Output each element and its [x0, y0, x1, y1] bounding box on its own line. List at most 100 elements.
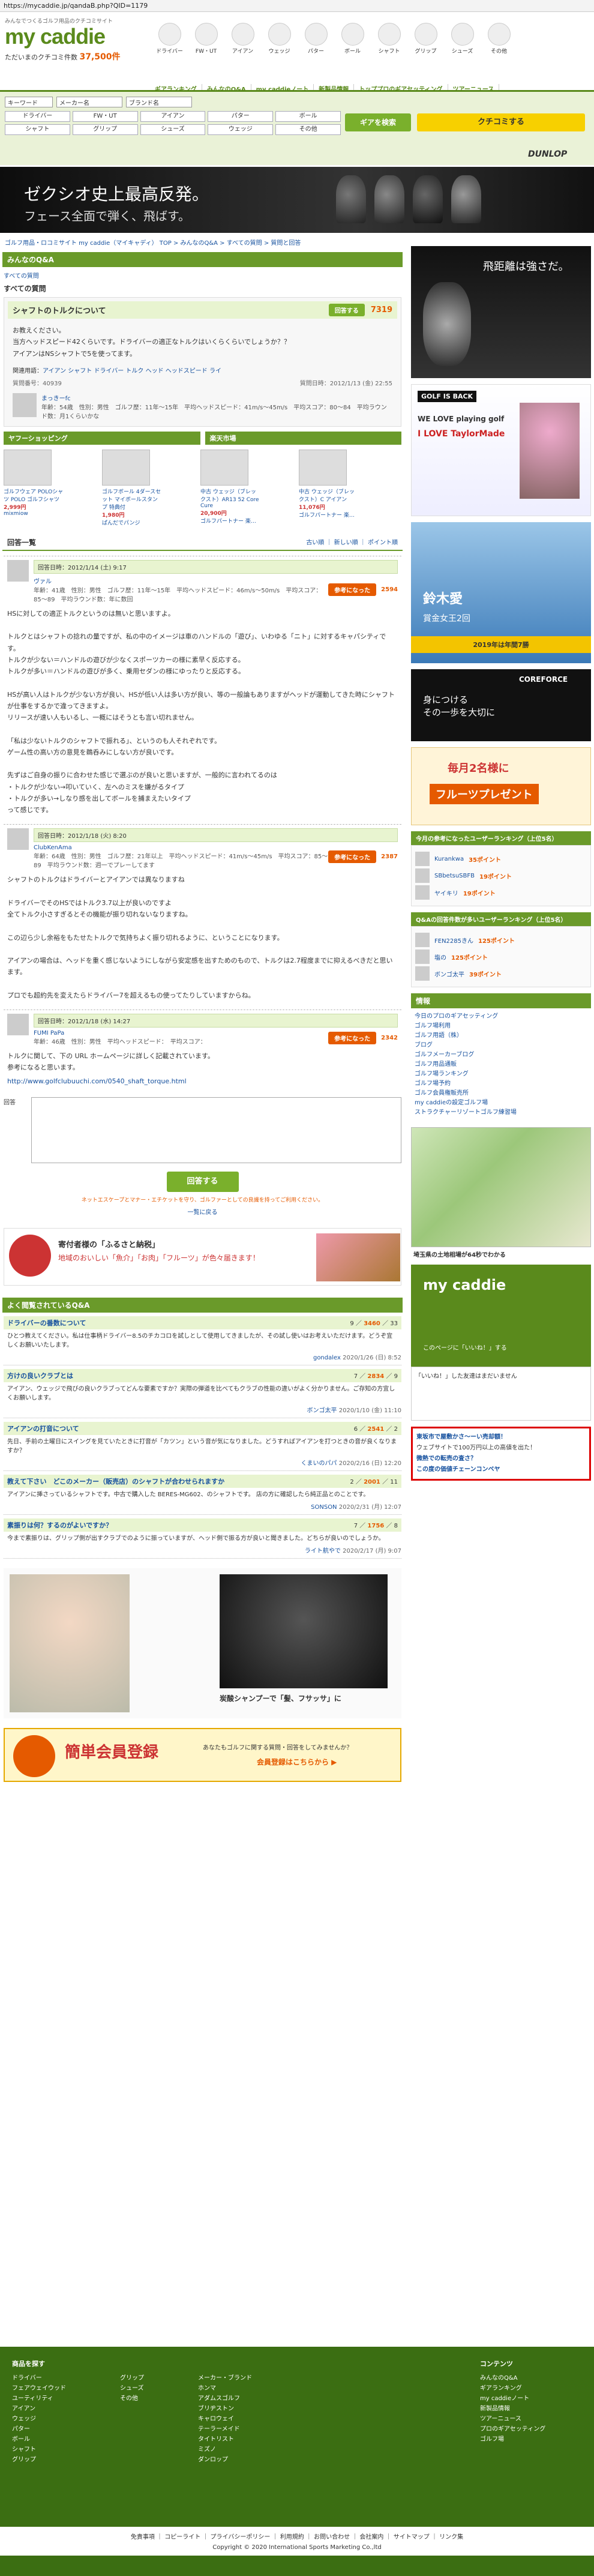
footer-link[interactable]: テーラーメイド: [198, 2424, 252, 2434]
sidebar-link[interactable]: ゴルフメーカーブログ: [415, 1050, 587, 1060]
related-terms[interactable]: アイアン シャフト ドライバー トルク ヘッド ヘッドスピード ライ: [43, 368, 221, 375]
related-qa-user[interactable]: ライト航やで: [305, 1548, 341, 1554]
ranking-user[interactable]: FEN2285きん: [434, 936, 473, 945]
footer-link[interactable]: my caddieノート: [480, 2394, 545, 2404]
related-qa-item[interactable]: 素振りは何？するのがよいですか？ 7 ／ 1756 ／ 8 今まで素振りは、グリップ…: [4, 1515, 401, 1559]
site-logo[interactable]: my caddie: [5, 24, 106, 49]
sidebar-link[interactable]: my caddieの設定ゴルフ場: [415, 1098, 587, 1108]
related-qa-user[interactable]: くまいのパパ: [301, 1460, 337, 1467]
sidebar-link[interactable]: ブログ: [415, 1041, 587, 1050]
sidebar-ad-xxio[interactable]: 飛距離は強さだ。: [411, 246, 591, 378]
maker-select[interactable]: メーカー名: [56, 97, 122, 107]
footer-link[interactable]: アダムスゴルフ: [198, 2394, 252, 2404]
shop-item[interactable]: ゴルフウェア POLOシャツ POLO ゴルフシャツ 2,999円 mixmiow: [4, 449, 64, 526]
sidebar-text-ads[interactable]: 東坂市で屋敷かさ〜ーい売却額！ ウェブサイトで100万円以上の高値を出た！ 微熱…: [411, 1427, 591, 1481]
shop-item[interactable]: 中古 ウェッジ（ブレックスト）AR13 52 Core Cure 20,900円ゴ…: [200, 449, 260, 526]
shampoo-ad[interactable]: 炭酸シャンプーで「髪、フサッサ」に: [4, 1568, 401, 1718]
grid-category-9[interactable]: その他: [275, 124, 341, 135]
url-bar[interactable]: https://mycaddie.jp/qandaB.php?QID=1179: [0, 0, 594, 12]
signup-banner[interactable]: 簡単会員登録 あなたもゴルフに関する質問・回答をしてみませんか？ 会員登録はこち…: [4, 1727, 401, 1782]
footer-link[interactable]: グリップ: [12, 2455, 66, 2465]
sidebar-link[interactable]: ゴルフ場予約: [415, 1079, 587, 1089]
ranking-user[interactable]: 塩の: [434, 952, 446, 961]
footer-link[interactable]: ボール: [12, 2434, 66, 2445]
category-icon-9[interactable]: その他: [482, 23, 515, 55]
gear-search-button[interactable]: ギアを検索: [345, 113, 411, 131]
furusato-ad[interactable]: 寄付者様の「ふるさと納税」 地域のおいしい「魚介」「お肉」「フルーツ」が色々届き…: [4, 1227, 401, 1286]
related-qa-title[interactable]: 素振りは何？するのがよいですか？: [7, 1520, 112, 1530]
sidebar-link[interactable]: ゴルフ会員権販売所: [415, 1089, 587, 1098]
grid-category-5[interactable]: シャフト: [5, 124, 70, 135]
grid-category-8[interactable]: ウェッジ: [208, 124, 274, 135]
helpful-button[interactable]: 参考になった: [328, 850, 377, 864]
breadcrumb[interactable]: ゴルフ用品・ロコミサイト my caddie（マイキャディ） TOP > みんな…: [5, 238, 407, 247]
fb-follow[interactable]: このページに「いいね！」する: [423, 1343, 507, 1352]
related-qa-item[interactable]: アイアンの打音について 6 ／ 2541 ／ 2 先日、手前の土曜日にスイングを見て…: [4, 1418, 401, 1471]
footer-link[interactable]: アイアン: [12, 2404, 66, 2414]
shop-item[interactable]: ゴルフボール 4ダースセット マイボールスタンプ 特典付 1,980円 ぱんだでパン…: [102, 449, 162, 526]
sidebar-link[interactable]: ゴルフ場ランキング: [415, 1070, 587, 1079]
footer-link[interactable]: ゴルフ場: [480, 2434, 545, 2445]
footer-link[interactable]: 新製品情報: [480, 2404, 545, 2414]
keyword-select[interactable]: キーワード: [5, 97, 53, 107]
sidebar-ad-coreforce[interactable]: COREFORCE 身につける その一歩を大切に: [411, 669, 591, 741]
answer-user[interactable]: ClubKenAma: [34, 844, 72, 851]
related-qa-item[interactable]: 教えて下さい どこのメーカー（販売店）のシャフトが合わせられますか 2 ／ 200…: [4, 1471, 401, 1515]
footer-link[interactable]: キャロウェイ: [198, 2414, 252, 2424]
qa-tabs[interactable]: すべての質問: [4, 271, 401, 280]
footer-link[interactable]: シャフト: [12, 2445, 66, 2455]
grid-category-0[interactable]: ドライバー: [5, 111, 70, 122]
footer-link[interactable]: メーカー・ブランド: [198, 2373, 252, 2383]
footer-link[interactable]: パター: [12, 2424, 66, 2434]
back-link[interactable]: 一覧に戻る: [4, 1207, 401, 1216]
text-ad-1[interactable]: 東坂市で屋敷かさ〜ーい売却額！: [416, 1432, 586, 1443]
related-qa-user[interactable]: gondalex: [313, 1355, 341, 1361]
sidebar-ad-taylormade[interactable]: GOLF IS BACK WE LOVE playing golf I LOVE…: [411, 384, 591, 516]
footer-link[interactable]: ミズノ: [198, 2445, 252, 2455]
footer-link[interactable]: プロのギアセッティング: [480, 2424, 545, 2434]
related-qa-user[interactable]: ボンゴ太平: [307, 1407, 337, 1414]
submit-answer-button[interactable]: 回答する: [166, 1171, 239, 1192]
ranking-user[interactable]: Kurankwa: [434, 856, 464, 862]
ranking-user[interactable]: SBbetsuSBFB: [434, 873, 475, 879]
footer-link[interactable]: シューズ: [120, 2383, 144, 2394]
footer-link[interactable]: ホンマ: [198, 2383, 252, 2394]
footer-link[interactable]: ツアーニュース: [480, 2414, 545, 2424]
grid-category-7[interactable]: シューズ: [140, 124, 206, 135]
sidebar-link[interactable]: ストラクチャーリゾートゴルフ練習場: [415, 1108, 587, 1118]
footer-link[interactable]: ドライバー: [12, 2373, 66, 2383]
related-qa-title[interactable]: 方けの良いクラブとは: [7, 1371, 73, 1380]
answer-link[interactable]: http://www.golfclubuuchi.com/0540_shaft_…: [7, 1077, 398, 1085]
sidebar-link[interactable]: ゴルフ場利用: [415, 1022, 587, 1031]
brand-select[interactable]: ブランド名: [126, 97, 192, 107]
grid-category-6[interactable]: グリップ: [72, 124, 138, 135]
map-ad[interactable]: [411, 1127, 591, 1247]
xxio-banner[interactable]: ゼクシオ史上最高反発。 フェース全面で弾く、飛ばす。: [0, 167, 594, 233]
facebook-box[interactable]: my caddie このページに「いいね！」する: [411, 1265, 591, 1367]
ranking-user[interactable]: ヤイキリ: [434, 888, 458, 897]
answers-sort[interactable]: 古い順 ｜ 新しい順 ｜ ポイント順: [306, 537, 398, 547]
helpful-button[interactable]: 参考になった: [328, 1031, 377, 1044]
footer-link[interactable]: ウェッジ: [12, 2414, 66, 2424]
text-ad-4[interactable]: この度の価値チェーンコンベヤ: [416, 1464, 586, 1475]
grid-category-4[interactable]: ボール: [275, 111, 341, 122]
question-user[interactable]: まっきーfc: [41, 396, 71, 402]
answer-user[interactable]: FUMI PaPa: [34, 1030, 64, 1037]
sidebar-link[interactable]: ゴルフ用品通販: [415, 1060, 587, 1070]
footer-link[interactable]: ダンロップ: [198, 2455, 252, 2465]
shop-item[interactable]: 中古 ウェッジ（ブレックスト）C アイアン 11,076円 ゴルフパートナー 楽…: [299, 449, 359, 526]
category-icon-3[interactable]: ウェッジ: [263, 23, 296, 55]
reply-textarea[interactable]: [31, 1097, 401, 1163]
category-icon-1[interactable]: FW・UT: [190, 23, 223, 55]
review-button[interactable]: クチコミする: [417, 113, 585, 131]
related-qa-title[interactable]: アイアンの打音について: [7, 1424, 79, 1433]
category-icon-4[interactable]: パター: [299, 23, 332, 55]
category-icon-2[interactable]: アイアン: [226, 23, 259, 55]
category-icon-6[interactable]: シャフト: [373, 23, 406, 55]
related-qa-user[interactable]: SONSON: [311, 1504, 337, 1511]
footer-links[interactable]: 免責事項 ｜ コピーライト ｜ プライバシーポリシー ｜ 利用規約 ｜ お問い合…: [0, 2532, 594, 2541]
sidebar-present[interactable]: 毎月2名様に フルーツプレゼント: [411, 747, 591, 825]
grid-category-1[interactable]: FW・UT: [72, 111, 138, 122]
sidebar-ad-suzuki[interactable]: 鈴木愛 賞金女王2回 2019年は年間7勝: [411, 522, 591, 663]
footer-link[interactable]: ギアランキング: [480, 2383, 545, 2394]
